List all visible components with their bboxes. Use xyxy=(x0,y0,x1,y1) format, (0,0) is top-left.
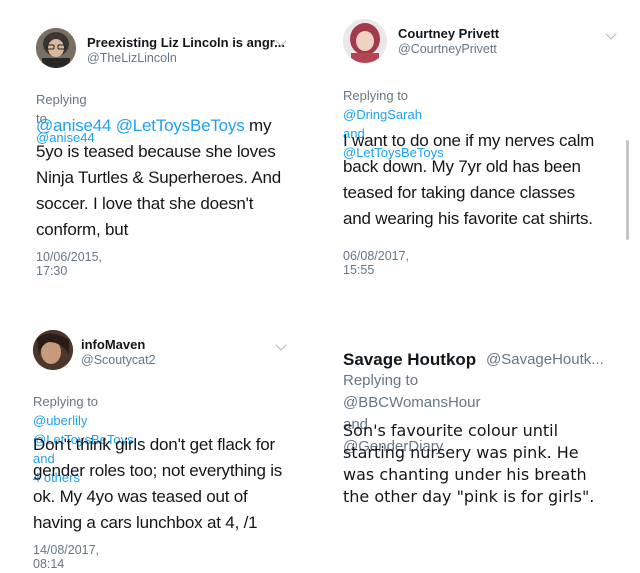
display-name[interactable]: Savage Houtkop xyxy=(343,350,476,370)
avatar[interactable] xyxy=(36,28,76,68)
avatar[interactable] xyxy=(343,19,387,63)
tweet-text: Don't think girls don't get flack for ge… xyxy=(33,435,283,532)
timestamp[interactable]: 14/08/2017, 08:14 xyxy=(33,543,99,571)
display-name[interactable]: Courtney Privett xyxy=(398,26,499,41)
tweet-text: I want to do one if my nerves calm back … xyxy=(343,131,595,228)
scrollbar[interactable] xyxy=(626,140,629,240)
user-handle[interactable]: @CourtneyPrivett xyxy=(398,42,497,56)
display-name[interactable]: infoMaven xyxy=(81,337,145,352)
timestamp[interactable]: 06/08/2017, 15:55 xyxy=(343,249,409,277)
timestamp[interactable]: 10/06/2015, 17:30 xyxy=(36,250,102,278)
user-handle[interactable]: @TheLizLincoln xyxy=(87,51,177,65)
chevron-down-icon[interactable] xyxy=(605,28,617,40)
chevron-down-icon[interactable] xyxy=(275,339,287,351)
avatar[interactable] xyxy=(33,330,73,370)
tweet-text: Son's favourite colour until starting nu… xyxy=(343,421,595,506)
tweet-text: @anise44 @LetToysBeToys my 5yo is teased… xyxy=(36,116,281,239)
user-handle[interactable]: @SavageHoutk... xyxy=(486,351,604,368)
user-handle[interactable]: @Scoutycat2 xyxy=(81,353,156,367)
body-mentions[interactable]: @anise44 @LetToysBeToys xyxy=(36,116,245,135)
display-name[interactable]: Preexisting Liz Lincoln is angr... xyxy=(87,35,285,50)
